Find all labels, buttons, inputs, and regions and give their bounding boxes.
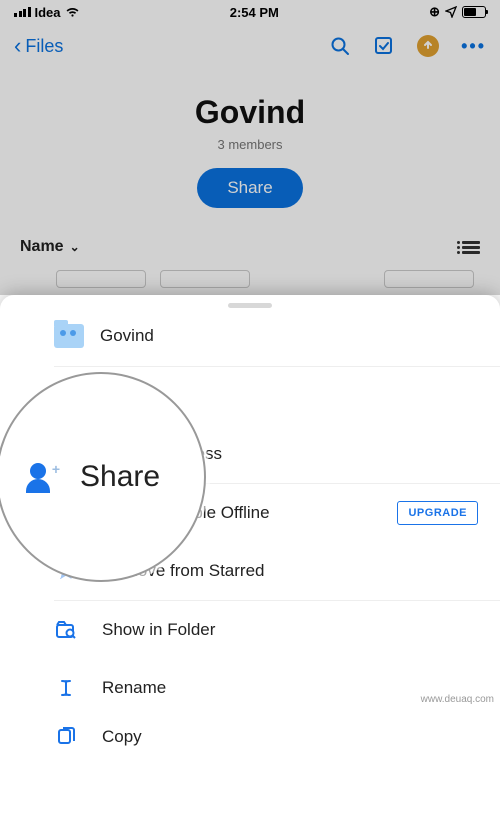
sheet-title: Govind [100,326,154,346]
row-copy[interactable]: Copy [0,717,500,757]
person-add-icon: + [26,461,58,493]
row-copy-label: Copy [54,727,478,747]
zoom-label: Share [80,460,160,494]
shared-folder-icon [54,324,84,348]
copy-icon [54,725,78,749]
row-rename-label: Rename [54,678,478,698]
folder-search-icon [54,618,78,642]
text-cursor-icon [54,676,78,700]
zoom-callout: + Share [0,372,206,582]
row-rename[interactable]: Rename [0,659,500,717]
dim-overlay[interactable] [0,0,500,295]
sheet-header: Govind [0,314,500,366]
watermark: www.deuaq.com [421,694,494,705]
drag-handle[interactable] [228,303,272,308]
row-show-folder[interactable]: Show in Folder [0,601,500,659]
row-show-label: Show in Folder [54,620,478,640]
upgrade-button[interactable]: UPGRADE [397,501,478,525]
